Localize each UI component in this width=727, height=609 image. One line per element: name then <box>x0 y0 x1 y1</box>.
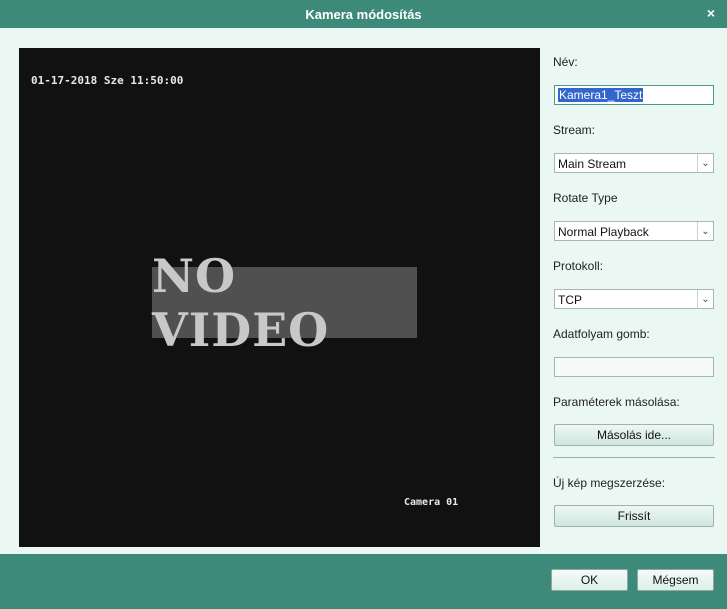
new-image-label: Új kép megszerzése: <box>553 476 666 490</box>
stream-button-label: Adatfolyam gomb: <box>553 327 650 341</box>
stream-button-input[interactable] <box>554 357 714 377</box>
osd-datetime: 01-17-2018 Sze 11:50:00 <box>31 74 184 87</box>
stream-label: Stream: <box>553 123 596 137</box>
video-preview: 01-17-2018 Sze 11:50:00 NO VIDEO Camera … <box>19 48 540 547</box>
stream-select[interactable]: Main Stream ⌄ <box>554 153 714 173</box>
protocol-select[interactable]: TCP ⌄ <box>554 289 714 309</box>
cancel-button[interactable]: Mégsem <box>637 569 714 591</box>
chevron-down-icon[interactable]: ⌄ <box>697 222 713 240</box>
no-video-banner: NO VIDEO <box>152 249 417 357</box>
divider <box>553 457 715 458</box>
rotate-type-label: Rotate Type <box>553 191 618 205</box>
rotate-type-select[interactable]: Normal Playback ⌄ <box>554 221 714 241</box>
protocol-label: Protokoll: <box>553 259 604 273</box>
close-icon[interactable]: × <box>703 5 719 21</box>
refresh-button[interactable]: Frissít <box>554 505 714 527</box>
copy-to-button[interactable]: Másolás ide... <box>554 424 714 446</box>
rotate-type-select-value: Normal Playback <box>558 225 649 239</box>
name-label: Név: <box>553 55 578 69</box>
osd-camera-name: Camera 01 <box>404 497 459 508</box>
name-input[interactable]: Kamera1_Teszt <box>554 85 714 105</box>
copy-params-label: Paraméterek másolása: <box>553 395 680 409</box>
stream-select-value: Main Stream <box>558 157 627 171</box>
chevron-down-icon[interactable]: ⌄ <box>697 290 713 308</box>
dialog-content: 01-17-2018 Sze 11:50:00 NO VIDEO Camera … <box>0 28 727 554</box>
name-input-value: Kamera1_Teszt <box>558 88 644 102</box>
dialog-title: Kamera módosítás <box>305 6 422 22</box>
ok-button[interactable]: OK <box>551 569 628 591</box>
protocol-select-value: TCP <box>558 293 582 307</box>
chevron-down-icon[interactable]: ⌄ <box>697 154 713 172</box>
dialog-titlebar: Kamera módosítás × <box>0 0 727 28</box>
